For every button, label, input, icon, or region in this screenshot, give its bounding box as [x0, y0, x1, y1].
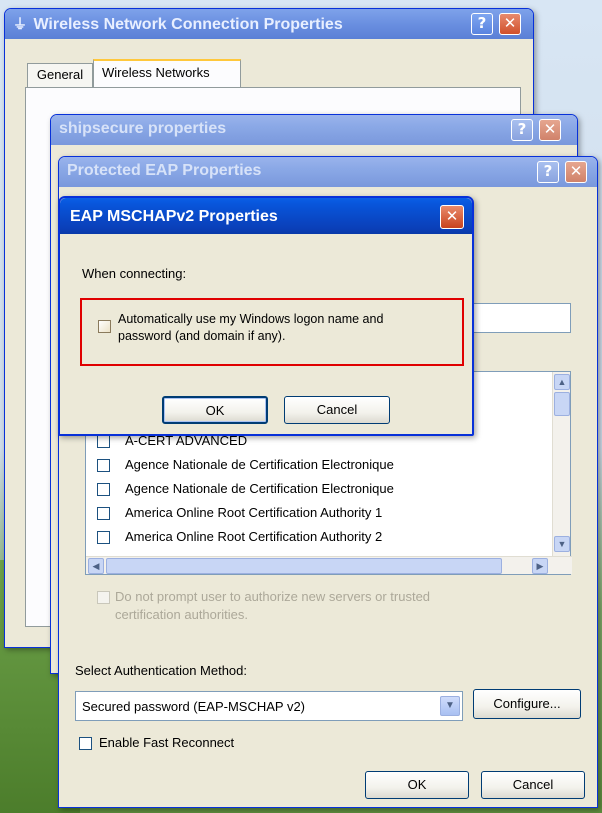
peap-server-field[interactable] [459, 303, 571, 333]
hscroll-thumb[interactable] [106, 558, 502, 574]
peap-title: Protected EAP Properties [67, 162, 262, 179]
cert-checkbox[interactable] [97, 435, 110, 448]
when-connecting-label: When connecting: [82, 266, 187, 281]
wireless-help-button[interactable]: ? [471, 13, 493, 35]
cert-item: Agence Nationale de Certification Electr… [125, 457, 394, 472]
shipsecure-close-button[interactable]: ✕ [539, 119, 561, 141]
tab-wireless-networks[interactable]: Wireless Networks [93, 59, 241, 88]
auto-logon-label-1: Automatically use my Windows logon name … [118, 312, 384, 326]
fast-reconnect-label: Enable Fast Reconnect [99, 735, 235, 750]
mschapv2-close-button[interactable]: ✕ [440, 205, 464, 229]
mschapv2-dialog: EAP MSCHAPv2 Properties ✕ When connectin… [58, 196, 474, 436]
auth-method-select[interactable]: Secured password (EAP-MSCHAP v2) ▼ [75, 691, 463, 721]
peap-cancel-button[interactable]: Cancel [481, 771, 585, 799]
peap-help-button[interactable]: ? [537, 161, 559, 183]
scroll-up-button[interactable]: ▲ [554, 374, 570, 390]
auth-method-label: Select Authentication Method: [75, 663, 248, 678]
cert-checkbox[interactable] [97, 531, 110, 544]
cert-checkbox[interactable] [97, 483, 110, 496]
peap-ok-button[interactable]: OK [365, 771, 469, 799]
tab-general[interactable]: General [27, 63, 93, 87]
shipsecure-help-button[interactable]: ? [511, 119, 533, 141]
shipsecure-titlebar: shipsecure properties [51, 115, 577, 145]
peap-titlebar: Protected EAP Properties [59, 157, 597, 187]
wireless-close-button[interactable]: ✕ [499, 13, 521, 35]
cert-item: Agence Nationale de Certification Electr… [125, 481, 394, 496]
scroll-left-button[interactable]: ◀ [88, 558, 104, 574]
scroll-down-button[interactable]: ▼ [554, 536, 570, 552]
configure-button[interactable]: Configure... [473, 689, 581, 719]
mschapv2-titlebar: EAP MSCHAPv2 Properties [60, 198, 472, 234]
cert-item: America Online Root Certification Author… [125, 505, 383, 520]
wireless-titlebar: ⏚ Wireless Network Connection Properties [5, 9, 533, 39]
fast-reconnect-checkbox[interactable] [79, 737, 92, 750]
do-not-prompt-label-2: certification authorities. [115, 607, 248, 622]
cert-item: America Online Root Certification Author… [125, 529, 383, 544]
auto-logon-label-2: password (and domain if any). [118, 329, 286, 343]
scroll-thumb[interactable] [554, 392, 570, 416]
do-not-prompt-label: Do not prompt user to authorize new serv… [115, 589, 431, 604]
peap-close-button[interactable]: ✕ [565, 161, 587, 183]
chevron-down-icon[interactable]: ▼ [440, 696, 460, 716]
network-icon: ⏚ [13, 16, 27, 32]
cert-checkbox[interactable] [97, 507, 110, 520]
mschapv2-cancel-button[interactable]: Cancel [284, 396, 390, 424]
cert-list-vscrollbar[interactable]: ▲ ▼ [552, 372, 570, 556]
auto-logon-checkbox[interactable] [98, 320, 111, 333]
shipsecure-title: shipsecure properties [59, 120, 227, 137]
wireless-title: Wireless Network Connection Properties [33, 16, 343, 33]
cert-list-hscrollbar[interactable]: ◀ ▶ [86, 556, 572, 574]
mschapv2-title: EAP MSCHAPv2 Properties [70, 208, 278, 225]
cert-checkbox[interactable] [97, 459, 110, 472]
do-not-prompt-checkbox[interactable] [97, 591, 110, 604]
mschapv2-ok-button[interactable]: OK [162, 396, 268, 424]
scroll-right-button[interactable]: ▶ [532, 558, 548, 574]
auth-method-value: Secured password (EAP-MSCHAP v2) [82, 699, 306, 714]
